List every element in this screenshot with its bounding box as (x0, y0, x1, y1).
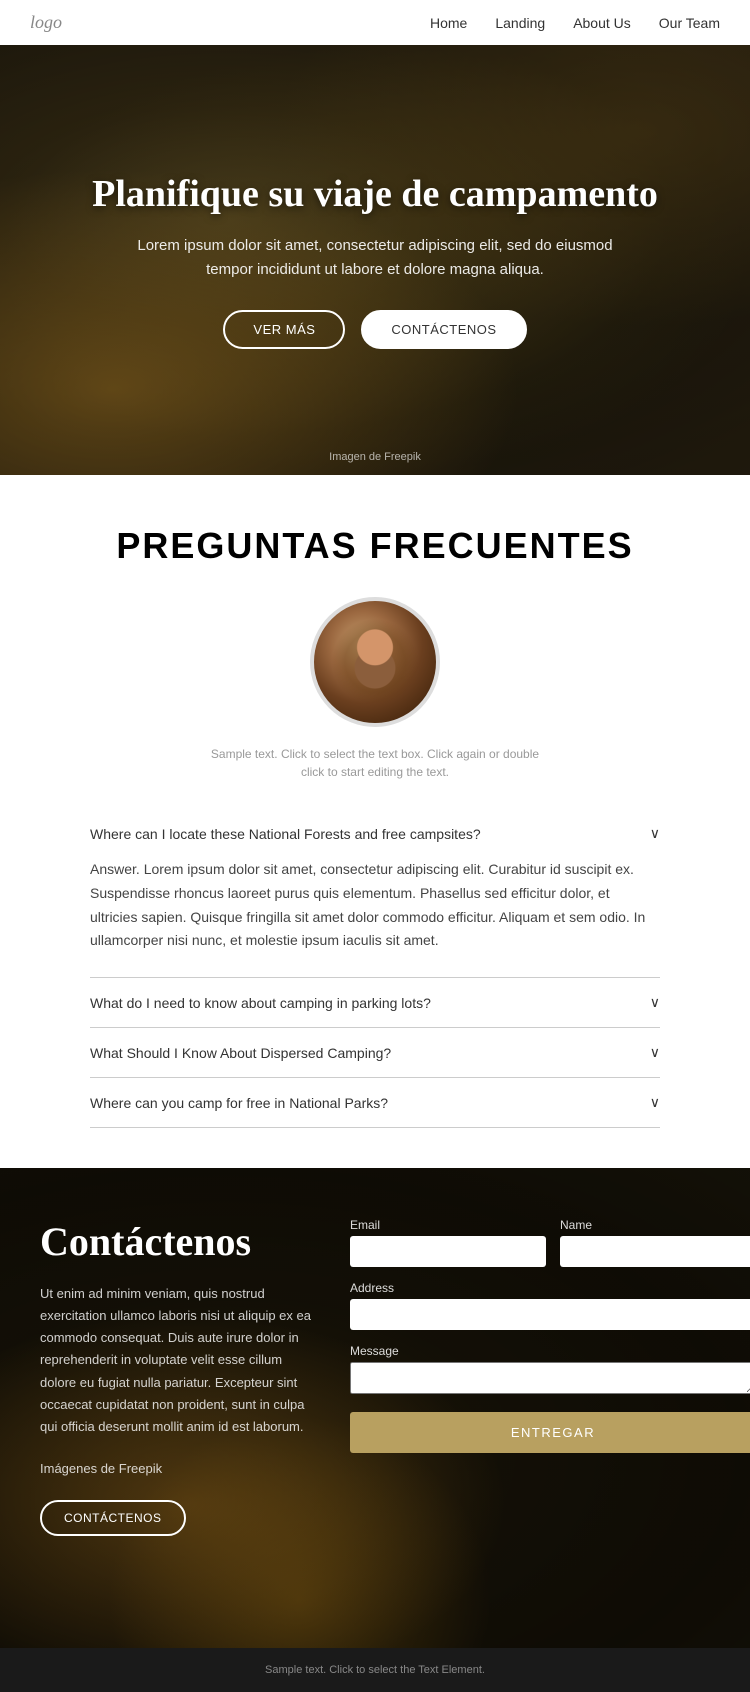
logo: logo (30, 12, 62, 33)
contact-title: Contáctenos (40, 1218, 320, 1265)
nav-home[interactable]: Home (430, 15, 467, 31)
form-row-email-name: Email Name (350, 1218, 750, 1267)
footer-text: Sample text. Click to select the Text El… (30, 1664, 720, 1676)
message-label: Message (350, 1344, 750, 1358)
contactenos-hero-button[interactable]: CONTÁCTENOS (361, 310, 526, 349)
faq-question-1[interactable]: What do I need to know about camping in … (90, 994, 660, 1011)
faq-question-3[interactable]: Where can you camp for free in National … (90, 1094, 660, 1111)
hero-title: Planifique su viaje de campamento (92, 172, 658, 216)
ver-mas-button[interactable]: VER MÁS (223, 310, 345, 349)
hero-section: Planifique su viaje de campamento Lorem … (0, 45, 750, 475)
nav-links: Home Landing About Us Our Team (430, 15, 720, 31)
chevron-down-icon: ∨ (650, 1094, 660, 1111)
address-group: Address (350, 1281, 750, 1330)
nav-about[interactable]: About Us (573, 15, 631, 31)
name-group: Name (560, 1218, 750, 1267)
faq-question-0[interactable]: Where can I locate these National Forest… (90, 825, 660, 842)
message-field[interactable] (350, 1362, 750, 1394)
faq-item: Where can you camp for free in National … (90, 1078, 660, 1128)
hero-buttons: VER MÁS CONTÁCTENOS (223, 310, 526, 349)
faq-section: PREGUNTAS FRECUENTES Sample text. Click … (0, 475, 750, 1168)
hero-subtitle: Lorem ipsum dolor sit amet, consectetur … (125, 234, 625, 282)
chevron-down-icon: ∨ (650, 1044, 660, 1061)
faq-list: Where can I locate these National Forest… (90, 809, 660, 1128)
nav-landing[interactable]: Landing (495, 15, 545, 31)
address-label: Address (350, 1281, 750, 1295)
nav-team[interactable]: Our Team (659, 15, 720, 31)
email-label: Email (350, 1218, 546, 1232)
contact-form: Email Name Address Message ENTREGAR (350, 1218, 750, 1453)
faq-answer-0: Answer. Lorem ipsum dolor sit amet, cons… (90, 842, 660, 961)
contact-left: Contáctenos Ut enim ad minim veniam, qui… (40, 1218, 320, 1536)
hero-credit: Imagen de Freepik (329, 451, 421, 463)
footer: Sample text. Click to select the Text El… (0, 1648, 750, 1692)
address-field[interactable] (350, 1299, 750, 1330)
faq-item: What Should I Know About Dispersed Campi… (90, 1028, 660, 1078)
faq-item: Where can I locate these National Forest… (90, 809, 660, 978)
email-field[interactable] (350, 1236, 546, 1267)
message-group: Message (350, 1344, 750, 1394)
email-group: Email (350, 1218, 546, 1267)
contact-credit: Imágenes de Freepik (40, 1458, 320, 1480)
contactenos-button[interactable]: CONTÁCTENOS (40, 1500, 186, 1536)
submit-button[interactable]: ENTREGAR (350, 1412, 750, 1453)
navbar: logo Home Landing About Us Our Team (0, 0, 750, 45)
contact-description: Ut enim ad minim veniam, quis nostrud ex… (40, 1283, 320, 1438)
faq-sample-text: Sample text. Click to select the text bo… (205, 745, 545, 781)
faq-avatar (310, 597, 440, 727)
chevron-down-icon: ∨ (650, 825, 660, 842)
name-field[interactable] (560, 1236, 750, 1267)
faq-question-2[interactable]: What Should I Know About Dispersed Campi… (90, 1044, 660, 1061)
name-label: Name (560, 1218, 750, 1232)
faq-title: PREGUNTAS FRECUENTES (116, 525, 633, 567)
contact-section: Contáctenos Ut enim ad minim veniam, qui… (0, 1168, 750, 1648)
faq-item: What do I need to know about camping in … (90, 978, 660, 1028)
chevron-down-icon: ∨ (650, 994, 660, 1011)
